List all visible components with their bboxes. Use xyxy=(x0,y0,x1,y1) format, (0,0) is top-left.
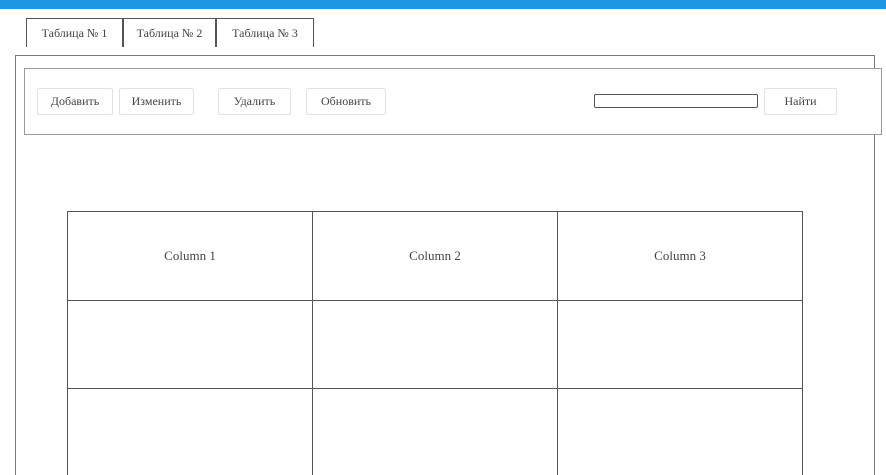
table-row[interactable] xyxy=(67,300,803,389)
table-cell[interactable] xyxy=(312,300,558,389)
search-input[interactable] xyxy=(594,94,758,108)
table-cell[interactable] xyxy=(312,388,558,475)
edit-button[interactable]: Изменить xyxy=(119,88,194,115)
data-table: Column 1 Column 2 Column 3 xyxy=(67,211,803,475)
column-header-2[interactable]: Column 2 xyxy=(312,211,558,301)
table-cell[interactable] xyxy=(557,300,803,389)
tab-table-1[interactable]: Таблица № 1 xyxy=(26,18,123,47)
top-accent-bar xyxy=(0,0,886,9)
tab-table-2[interactable]: Таблица № 2 xyxy=(123,18,216,47)
find-button[interactable]: Найти xyxy=(764,88,837,115)
table-cell[interactable] xyxy=(557,388,803,475)
delete-button[interactable]: Удалить xyxy=(218,88,291,115)
refresh-button[interactable]: Обновить xyxy=(306,88,386,115)
add-button[interactable]: Добавить xyxy=(37,88,113,115)
table-cell[interactable] xyxy=(67,388,313,475)
table-header-row: Column 1 Column 2 Column 3 xyxy=(67,211,803,301)
column-header-1[interactable]: Column 1 xyxy=(67,211,313,301)
column-header-3[interactable]: Column 3 xyxy=(557,211,803,301)
table-row[interactable] xyxy=(67,388,803,475)
table-cell[interactable] xyxy=(67,300,313,389)
tab-table-3[interactable]: Таблица № 3 xyxy=(216,18,314,47)
app-window: Таблица № 1 Таблица № 2 Таблица № 3 Доба… xyxy=(0,0,886,475)
